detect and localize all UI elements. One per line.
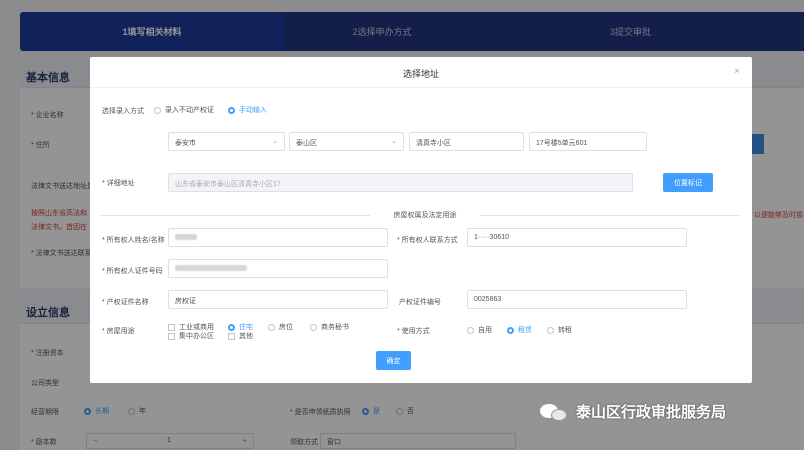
house-use-secretary-radio[interactable]: 商务秘书: [310, 322, 349, 332]
owner-name-input[interactable]: [168, 228, 388, 247]
unit-input[interactable]: 17号楼5单元601: [529, 132, 647, 151]
entry-method-cert-radio[interactable]: 录入不动产权证: [154, 105, 214, 115]
cert-no-input[interactable]: 0025863: [467, 290, 687, 309]
house-use-room-radio[interactable]: 房位: [268, 322, 293, 332]
wechat-icon: [540, 402, 568, 422]
chevron-down-icon: ⌄: [272, 138, 278, 145]
owner-name-label: * 所有权人姓名/名称: [102, 237, 165, 244]
city-select[interactable]: 泰安市 ⌄: [168, 132, 285, 151]
watermark-text: 泰山区行政审批服务局: [576, 404, 727, 421]
house-use-other-checkbox[interactable]: 其他: [228, 331, 253, 341]
owner-id-input[interactable]: [168, 259, 388, 278]
title-divider: [90, 87, 752, 88]
entry-method-label: 选择录入方式: [102, 108, 144, 115]
use-method-self-radio[interactable]: 自用: [467, 325, 492, 335]
locate-button[interactable]: 位置标记: [663, 173, 713, 192]
house-use-shared-office-checkbox[interactable]: 集中办公区: [168, 331, 214, 341]
close-icon[interactable]: ×: [734, 66, 740, 77]
community-input[interactable]: 清真寺小区: [409, 132, 524, 151]
house-use-label: * 房屋用途: [102, 328, 135, 335]
confirm-button[interactable]: 确定: [376, 351, 411, 370]
use-method-label: * 使用方式: [397, 328, 430, 335]
detail-address-label: * 详细地址: [102, 180, 135, 187]
owner-phone-input[interactable]: 1·····30610: [467, 228, 687, 247]
address-dialog: 选择地址 × 选择录入方式 录入不动产权证 手动输入 泰安市 ⌄ 泰山区 ⌄ 清真寺…: [90, 57, 752, 383]
owner-id-label: * 所有权人证件号码: [102, 268, 163, 275]
district-select[interactable]: 泰山区 ⌄: [289, 132, 404, 151]
entry-method-manual-radio[interactable]: 手动输入: [228, 105, 267, 115]
cert-name-label: * 产权证件名称: [102, 299, 149, 306]
owner-phone-label: * 所有权人联系方式: [397, 237, 458, 244]
watermark: 泰山区行政审批服务局: [540, 401, 726, 422]
ownership-section-heading: 房屋权属及法定用途: [100, 210, 740, 222]
detail-address-input: 山东省泰安市泰山区清真寺小区17: [168, 173, 633, 192]
cert-no-label: 产权证件编号: [399, 299, 441, 306]
chevron-down-icon: ⌄: [391, 138, 397, 145]
use-method-sublet-radio[interactable]: 转租: [547, 325, 572, 335]
cert-name-input[interactable]: 房权证: [168, 290, 388, 309]
use-method-rent-radio[interactable]: 租赁: [507, 325, 532, 335]
dialog-title: 选择地址: [402, 69, 439, 79]
